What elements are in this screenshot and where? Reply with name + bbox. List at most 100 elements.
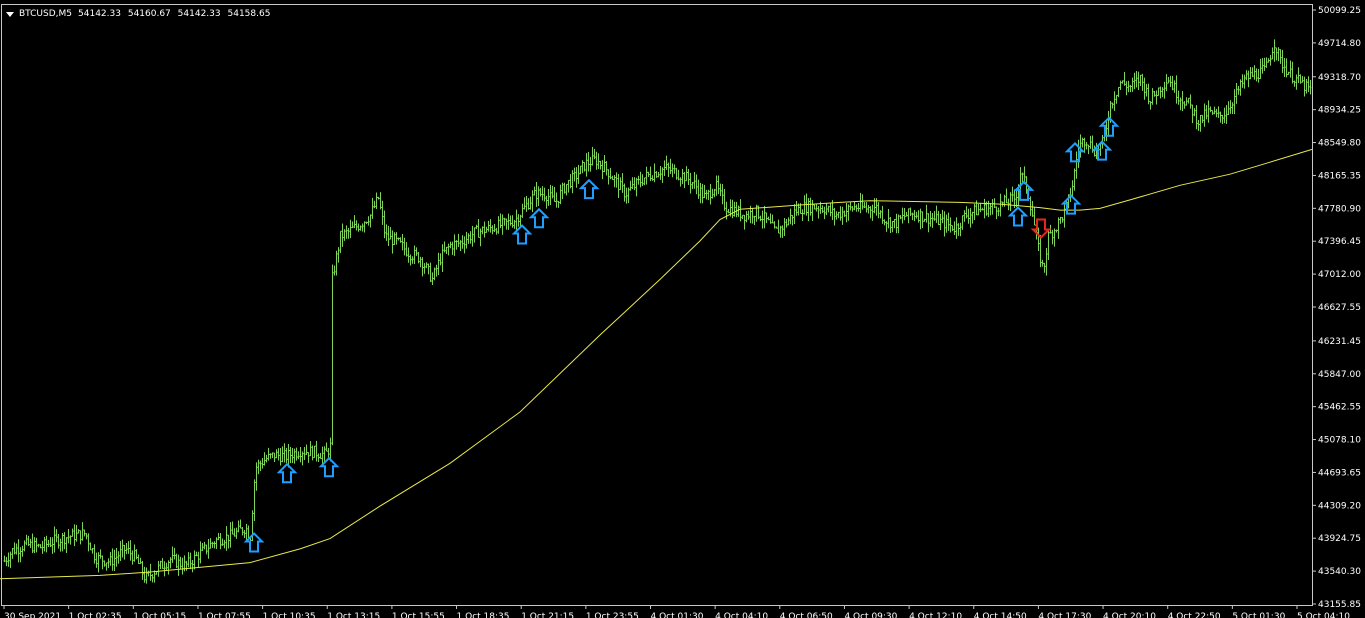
ohlc-bar [625,187,628,204]
ohlc-bar [497,216,500,234]
ohlc-bar [675,167,678,180]
ohlc-bar [1289,60,1292,78]
up-arrow-icon [528,207,550,229]
ohlc-bar [591,146,594,166]
ohlc-bar [341,223,344,247]
ohlc-bar [123,544,126,560]
ohlc-bar [1281,49,1284,74]
ohlc-bar [637,175,640,185]
ohlc-bar [935,205,938,223]
ohlc-bar [1015,189,1018,208]
ohlc-bar [893,219,896,229]
y-tick-label: 47012.00 [1318,270,1361,280]
ohlc-bar [203,541,206,550]
x-tick-label: 1 Oct 23:55 [586,612,639,618]
ohlc-bar [57,534,60,549]
ohlc-bar [1057,217,1060,239]
ohlc-bar [375,192,378,210]
ohlc-bar [161,558,164,569]
y-tick-label: 47396.45 [1318,237,1361,247]
x-tick-label: 1 Oct 02:35 [69,612,122,618]
ohlc-bar [833,207,836,226]
ohlc-bar [307,451,310,463]
x-tick-label: 30 Sep 2021 [4,612,61,618]
ohlc-bar [701,183,704,204]
ohlc-bar [405,242,408,257]
ohlc-bar [45,535,48,553]
ohlc-bar [983,198,986,219]
ohlc-bar [503,217,506,226]
ohlc-bar [305,444,308,455]
ohlc-bar [1009,192,1012,212]
ohlc-bar [395,232,398,245]
ohlc-bar [561,182,564,200]
ohlc-bar [33,537,36,554]
ohlc-bar [423,263,426,274]
ohlc-bar [401,233,404,251]
ohlc-bar [125,542,128,555]
ohlc-bar [739,199,742,222]
ohlc-bar [349,219,352,239]
price-axis[interactable]: 50099.25 49714.80 49318.70 48934.25 48549.80… [1312,6,1361,610]
ohlc-bar [239,519,242,529]
ohlc-bar [837,211,840,219]
ohlc-bar [705,189,708,200]
y-tick-label: 48549.80 [1318,139,1361,149]
ohlc-bar [187,552,190,568]
x-tick-label: 4 Oct 04:10 [715,612,768,618]
ohlc-bar [417,252,420,264]
ohlc-bar [1021,172,1024,183]
y-tick-label: 48934.25 [1318,106,1361,116]
ohlc-bar [515,209,518,231]
ohlc-bar [325,442,328,452]
ohlc-bar [919,208,922,230]
ohlc-bar [589,156,592,172]
ohlc-bar [215,537,218,550]
ohlc-bar [855,204,858,212]
ohlc-bar [377,196,380,200]
ohlc-bar [787,217,790,226]
ohlc-bar [477,218,480,238]
ohlc-bar [699,183,702,204]
ohlc-bar [1285,58,1288,78]
ohlc-bar [9,551,12,569]
time-axis[interactable]: 30 Sep 2021 1 Oct 02:35 1 Oct 05:15 1 Oct 0… [3,605,1350,618]
ohlc-bar [827,205,830,213]
ohlc-bar [481,226,484,235]
ohlc-bar [1231,102,1234,115]
ohlc-bar [311,445,314,461]
ohlc-bar [531,190,534,213]
ohlc-bar [471,225,474,247]
ohlc-bar [453,234,456,256]
price-chart[interactable]: 50099.25 49714.80 49318.70 48934.25 48549.80… [0,0,1365,618]
ohlc-bar [655,171,658,178]
ohlc-bar [177,554,180,576]
ohlc-bar [363,221,366,233]
ohlc-bar [927,213,930,233]
ohlc-bar [449,241,452,249]
ohlc-bar [1203,103,1206,127]
x-tick-label: 4 Oct 22:50 [1168,612,1221,618]
ohlc-bar [889,216,892,234]
ohlc-bar [857,202,860,212]
ohlc-bar [107,558,110,569]
ohlc-bar [1277,47,1280,62]
ohlc-bar [761,210,764,229]
chart-window[interactable]: BTCUSD,M5 54142.33 54160.67 54142.33 541… [0,0,1365,618]
ohlc-bar [507,213,510,230]
ohlc-bar [213,541,216,549]
ohlc-bar [1271,47,1274,60]
ohlc-bar [1307,76,1310,93]
price-bars [3,39,1312,584]
ohlc-bar [717,175,720,195]
ohlc-bar [693,172,696,189]
ohlc-bar [391,230,394,254]
ohlc-bar [909,207,912,216]
ohlc-bar [963,210,966,222]
ohlc-bar [1005,188,1008,204]
ohlc-bar [1173,80,1176,93]
ohlc-bar [629,180,632,191]
ohlc-bar [429,262,432,283]
ohlc-bar [419,256,422,268]
ohlc-bar [1241,74,1244,88]
